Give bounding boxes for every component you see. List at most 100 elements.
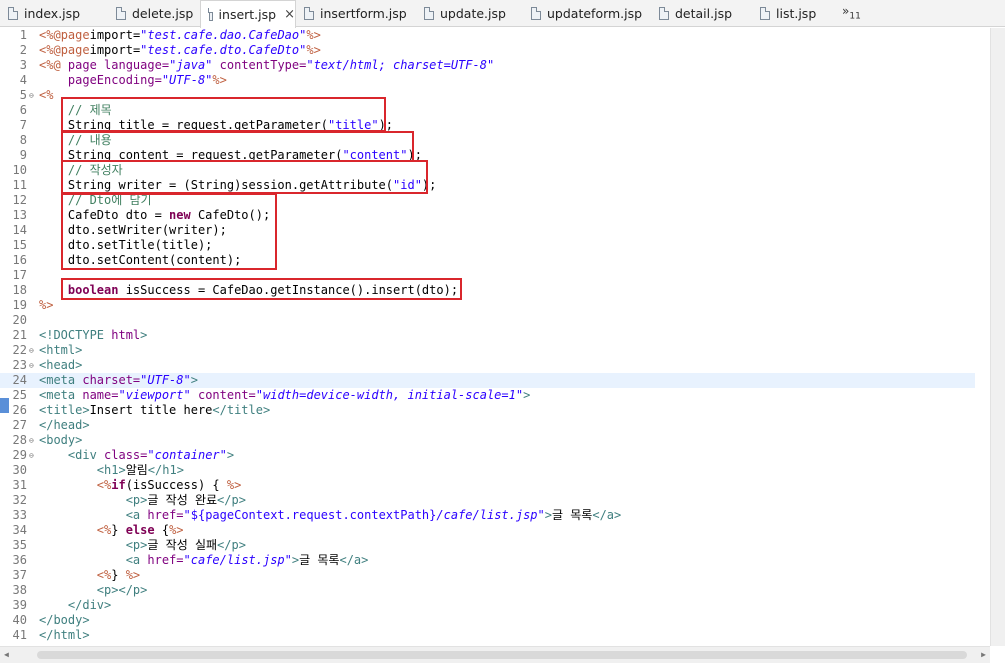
code-token: /cafe/list.jsp" xyxy=(436,508,545,522)
code-line[interactable]: 5 ⊖ <% xyxy=(0,88,975,103)
tab-insert-jsp[interactable]: insert.jsp × xyxy=(200,0,296,28)
code-token: </div> xyxy=(67,598,112,612)
code-text: pageEncoding="UTF-8"%> xyxy=(39,73,227,88)
code-token: > xyxy=(226,448,235,462)
code-line[interactable]: 37 <%} %> xyxy=(0,568,975,583)
fold-toggle-icon[interactable]: ⊖ xyxy=(29,343,34,358)
line-number: 21 xyxy=(12,328,27,342)
code-line[interactable]: 34 <%} else {%> xyxy=(0,523,975,538)
code-line[interactable]: 39 </div> xyxy=(0,598,975,613)
code-line[interactable]: 28 ⊖ <body> xyxy=(0,433,975,448)
code-line[interactable]: 18 boolean isSuccess = CafeDao.getInstan… xyxy=(0,283,975,298)
code-line[interactable]: 17 xyxy=(0,268,975,283)
line-number: 9 xyxy=(19,148,27,162)
code-line[interactable]: 16 dto.setContent(content); xyxy=(0,253,975,268)
fold-toggle-icon[interactable]: ⊖ xyxy=(29,88,34,103)
line-number: 29 xyxy=(12,448,27,462)
scrollbar-thumb[interactable] xyxy=(37,651,967,659)
code-token: <h1> xyxy=(96,463,126,477)
code-line[interactable]: 1 <%@pageimport="test.cafe.dao.CafeDao"%> xyxy=(0,28,975,43)
tab-delete-jsp[interactable]: delete.jsp xyxy=(108,0,200,27)
code-line[interactable]: 33 <a href="${pageContext.request.contex… xyxy=(0,508,975,523)
fold-toggle-icon[interactable]: ⊖ xyxy=(29,433,34,448)
code-text: <head> xyxy=(39,358,82,373)
code-line[interactable]: 24 <meta charset="UTF-8"> xyxy=(0,373,975,388)
tab-list-jsp[interactable]: list.jsp xyxy=(752,0,836,27)
code-line[interactable]: 27 </head> xyxy=(0,418,975,433)
tab-index-jsp[interactable]: index.jsp xyxy=(0,0,108,27)
vertical-scrollbar[interactable] xyxy=(990,28,1005,646)
code-line[interactable]: 40 </body> xyxy=(0,613,975,628)
tab-label: updateform.jsp xyxy=(547,6,643,21)
line-number: 15 xyxy=(12,238,27,252)
code-line[interactable]: 8 // 내용 xyxy=(0,133,975,148)
code-text: <% xyxy=(39,88,53,103)
code-line[interactable]: 35 <p>글 작성 실패</p> xyxy=(0,538,975,553)
fold-toggle-icon[interactable]: ⊖ xyxy=(29,448,34,463)
line-number: 19 xyxy=(12,298,27,312)
tab-overflow-button[interactable]: »11 xyxy=(842,4,861,21)
code-line[interactable]: 30 <h1>알림</h1> xyxy=(0,463,975,478)
code-token: </p> xyxy=(217,538,246,552)
code-line[interactable]: 4 pageEncoding="UTF-8"%> xyxy=(0,73,975,88)
code-line[interactable]: 7 String title = request.getParameter("t… xyxy=(0,118,975,133)
code-token: 글 작성 실패 xyxy=(147,538,218,552)
code-token: </p> xyxy=(217,493,246,507)
code-line[interactable]: 36 <a href="cafe/list.jsp">글 목록</a> xyxy=(0,553,975,568)
code-line[interactable]: 9 String content = request.getParameter(… xyxy=(0,148,975,163)
tab-insertform-jsp[interactable]: insertform.jsp xyxy=(296,0,408,27)
code-line[interactable]: 13 CafeDto dto = new CafeDto(); xyxy=(0,208,975,223)
code-token: 글 목록 xyxy=(552,508,593,522)
horizontal-scrollbar[interactable]: ◀ ▶ xyxy=(0,646,990,663)
tab-label: insert.jsp xyxy=(218,7,277,22)
fold-toggle-icon[interactable]: ⊖ xyxy=(29,358,34,373)
code-line[interactable]: 3 <%@ page language="java" contentType="t… xyxy=(0,58,975,73)
close-icon[interactable]: × xyxy=(284,7,295,22)
code-text: <body> xyxy=(39,433,82,448)
line-number: 14 xyxy=(12,223,27,237)
code-line[interactable]: 32 <p>글 작성 완료</p> xyxy=(0,493,975,508)
tab-updateform-jsp[interactable]: updateform.jsp xyxy=(523,0,649,27)
code-text: <div class="container"> xyxy=(39,448,234,463)
code-line[interactable]: 14 dto.setWriter(writer); xyxy=(0,223,975,238)
code-line[interactable]: 2 <%@pageimport="test.cafe.dto.CafeDto"%> xyxy=(0,43,975,58)
tab-detail-jsp[interactable]: detail.jsp xyxy=(651,0,753,27)
code-line[interactable]: 12 // Dto에 담기 xyxy=(0,193,975,208)
scroll-right-icon[interactable]: ▶ xyxy=(981,650,986,659)
code-line[interactable]: 38 <p></p> xyxy=(0,583,975,598)
code-line[interactable]: 19 %> xyxy=(0,298,975,313)
line-number: 40 xyxy=(12,613,27,627)
jsp-file-icon xyxy=(207,8,213,21)
code-line[interactable]: 26 <title>Insert title here</title> xyxy=(0,403,975,418)
line-number: 41 xyxy=(12,628,27,642)
code-line[interactable]: 11 String writer = (String)session.getAt… xyxy=(0,178,975,193)
code-token: <% xyxy=(96,523,112,537)
code-token: <%@ xyxy=(39,43,61,57)
line-number: 18 xyxy=(12,283,27,297)
code-line[interactable]: 25 <meta name="viewport" content="width=d… xyxy=(0,388,975,403)
code-editor[interactable]: 1 <%@pageimport="test.cafe.dao.CafeDao"%>… xyxy=(0,28,990,646)
code-text: <a href="${pageContext.request.contextPa… xyxy=(39,508,622,523)
code-line[interactable]: 22 ⊖ <html> xyxy=(0,343,975,358)
jsp-file-icon xyxy=(304,7,314,20)
code-line[interactable]: 21 <!DOCTYPE html> xyxy=(0,328,975,343)
code-line[interactable]: 15 dto.setTitle(title); xyxy=(0,238,975,253)
code-line[interactable]: 23 ⊖ <head> xyxy=(0,358,975,373)
tab-update-jsp[interactable]: update.jsp xyxy=(416,0,522,27)
code-line[interactable]: 20 xyxy=(0,313,975,328)
code-token: 알림 xyxy=(125,463,148,477)
code-text: <%@pageimport="test.cafe.dao.CafeDao"%> xyxy=(39,28,321,43)
code-line[interactable]: 41 </html> xyxy=(0,628,975,643)
code-token: </body> xyxy=(39,613,90,627)
code-line[interactable]: 10 // 작성자 xyxy=(0,163,975,178)
code-line[interactable]: 6 // 제목 xyxy=(0,103,975,118)
scroll-left-icon[interactable]: ◀ xyxy=(4,650,9,659)
code-line[interactable]: 29 ⊖ <div class="container"> xyxy=(0,448,975,463)
code-token: <p> xyxy=(125,493,148,507)
code-token: 글 작성 완료 xyxy=(147,493,218,507)
code-line[interactable]: 31 <%if(isSuccess) { %> xyxy=(0,478,975,493)
code-text: <%@ page language="java" contentType="te… xyxy=(39,58,494,73)
